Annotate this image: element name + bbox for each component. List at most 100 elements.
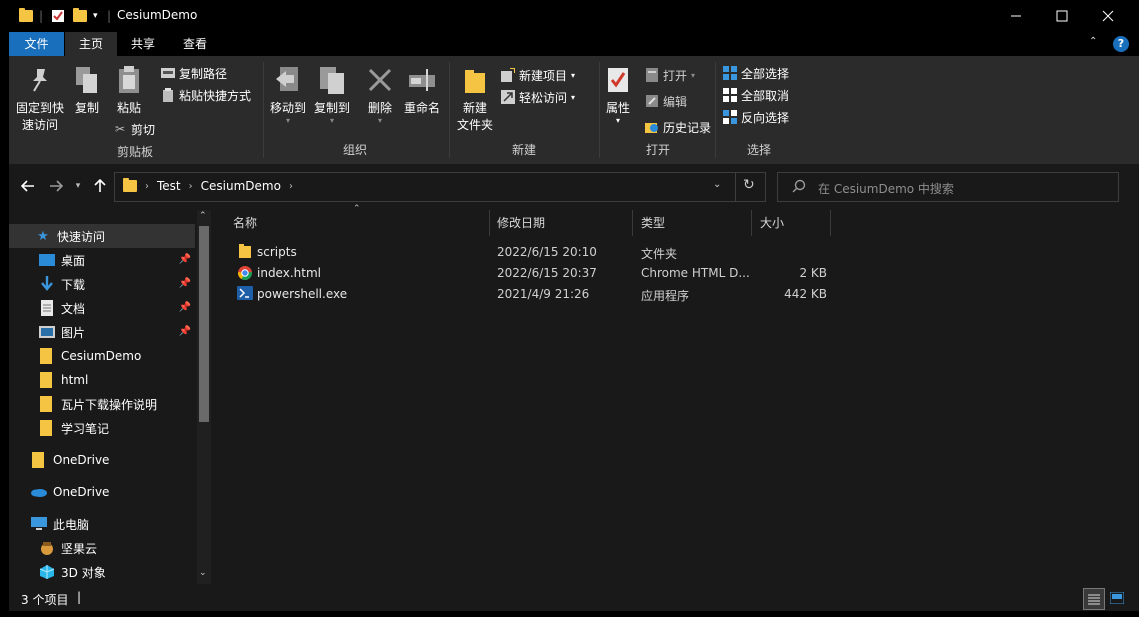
select-all-button[interactable]: 全部选择	[723, 64, 789, 82]
chevron-right-icon[interactable]: ›	[189, 181, 193, 192]
clipboard-group-label: 剪贴板	[116, 145, 153, 159]
dropdown-arrow-icon: ▾	[691, 70, 696, 80]
new-folder-button[interactable]: 新建 文件夹	[453, 64, 497, 134]
select-none-button[interactable]: 全部取消	[723, 86, 789, 104]
paste-shortcut-button[interactable]: 粘贴快捷方式	[161, 86, 251, 104]
minimize-icon[interactable]	[993, 0, 1039, 32]
new-item-label: 新建项目	[519, 68, 568, 83]
move-to-button[interactable]: 移动到 ▾	[267, 64, 309, 125]
open-icon	[645, 68, 659, 82]
nav-3d-objects[interactable]: 3D 对象	[9, 560, 195, 584]
breadcrumb-item[interactable]: Test	[157, 179, 181, 193]
collapse-ribbon-icon[interactable]: ⌃	[1089, 36, 1097, 47]
column-header-name[interactable]: 名称	[225, 210, 489, 236]
details-view-icon[interactable]	[1083, 588, 1105, 610]
edit-label: 编辑	[663, 94, 688, 109]
nav-this-pc[interactable]: 此电脑	[9, 512, 195, 536]
customize-quick-access-icon[interactable]: ▾	[93, 8, 98, 24]
pin-to-quick-access-button[interactable]: 固定到快 速访问	[13, 64, 67, 134]
nav-item-tile-download[interactable]: 瓦片下载操作说明	[9, 392, 195, 416]
breadcrumb-item[interactable]: CesiumDemo	[201, 179, 281, 193]
column-header-type[interactable]: 类型	[633, 210, 751, 236]
recent-locations-icon[interactable]: ▾	[67, 176, 89, 196]
column-divider[interactable]	[830, 210, 831, 236]
item-count: 3 个项目	[21, 593, 69, 607]
pin-icon[interactable]: 📌	[179, 302, 191, 313]
new-group: 新建 文件夹 新建项目 ▾ 轻松访问 ▾ 新建	[451, 60, 597, 162]
nav-item-html[interactable]: html	[9, 368, 195, 392]
tab-home[interactable]: 主页	[65, 32, 117, 56]
nav-onedrive-folder[interactable]: OneDrive	[9, 448, 195, 472]
back-arrow-icon[interactable]	[17, 176, 39, 196]
column-header-modified[interactable]: 修改日期	[489, 210, 632, 236]
properties-quick-icon[interactable]	[51, 8, 65, 24]
tab-share[interactable]: 共享	[117, 32, 169, 56]
address-bar[interactable]: › Test › CesiumDemo › ⌄ ↻	[114, 172, 766, 202]
open-button[interactable]: 打开 ▾	[645, 66, 695, 84]
chevron-right-icon[interactable]: ›	[145, 181, 149, 192]
new-folder-quick-icon[interactable]	[73, 8, 87, 24]
easy-access-button[interactable]: 轻松访问 ▾	[501, 88, 575, 106]
paste-shortcut-label: 粘贴快捷方式	[179, 88, 252, 103]
history-button[interactable]: 历史记录	[645, 118, 711, 136]
nav-item-pictures[interactable]: 图片 📌	[9, 320, 195, 344]
delete-button[interactable]: 删除 ▾	[363, 64, 397, 125]
nav-item-cesiumdemo[interactable]: CesiumDemo	[9, 344, 195, 368]
select-all-icon	[723, 66, 737, 80]
scroll-down-arrow-icon[interactable]: ⌄	[199, 568, 207, 578]
address-dropdown-icon[interactable]: ⌄	[713, 179, 721, 190]
nav-item-documents[interactable]: 文档 📌	[9, 296, 195, 320]
maximize-icon[interactable]	[1039, 0, 1085, 32]
nav-quick-access[interactable]: ★ 快速访问	[9, 224, 195, 248]
search-input[interactable]: 在 CesiumDemo 中搜索	[777, 172, 1119, 202]
invert-selection-button[interactable]: 反向选择	[723, 108, 789, 126]
select-none-icon	[723, 88, 737, 102]
edit-button[interactable]: 编辑	[645, 92, 687, 110]
cloud-icon	[31, 484, 47, 500]
nav-jianguoyun[interactable]: 坚果云	[9, 536, 195, 560]
scroll-up-icon[interactable]	[9, 210, 195, 224]
select-none-label: 全部取消	[741, 88, 790, 103]
invert-selection-label: 反向选择	[741, 110, 790, 125]
scrollbar-thumb[interactable]	[199, 226, 209, 422]
nav-item-notes[interactable]: 学习笔记	[9, 416, 195, 440]
separator: |	[107, 9, 112, 23]
new-folder-icon	[459, 64, 491, 96]
pin-icon[interactable]: 📌	[179, 254, 191, 265]
large-icons-view-icon[interactable]	[1107, 588, 1127, 608]
refresh-icon[interactable]: ↻	[743, 177, 755, 193]
forward-arrow-icon[interactable]	[45, 176, 67, 196]
copy-path-label: 复制路径	[179, 66, 228, 81]
table-row[interactable]: index.html 2022/6/15 20:37 Chrome HTML D…	[215, 263, 915, 284]
chevron-right-icon[interactable]: ›	[289, 181, 293, 192]
nav-scrollbar[interactable]: ⌃ ⌄	[197, 210, 211, 584]
tab-view[interactable]: 查看	[169, 32, 221, 56]
scroll-up-arrow-icon[interactable]: ⌃	[199, 211, 207, 221]
column-header-size[interactable]: 大小	[752, 210, 830, 236]
nav-item-downloads[interactable]: 下载 📌	[9, 272, 195, 296]
new-item-button[interactable]: 新建项目 ▾	[501, 66, 575, 84]
explorer-window: | ▾ | CesiumDemo 文件 主页 共享 查看 ⌃ ? 固定到快 速访…	[9, 0, 1139, 611]
cut-button[interactable]: ✂ 剪切	[113, 120, 155, 138]
nav-onedrive[interactable]: OneDrive	[9, 480, 195, 504]
nav-item-desktop[interactable]: 桌面 📌	[9, 248, 195, 272]
copy-to-button[interactable]: 复制到 ▾	[311, 64, 353, 125]
copy-path-button[interactable]: 复制路径	[161, 64, 227, 82]
paste-shortcut-icon	[161, 88, 175, 102]
close-icon[interactable]	[1085, 0, 1131, 32]
pin-icon[interactable]: 📌	[179, 278, 191, 289]
help-icon[interactable]: ?	[1113, 36, 1129, 52]
pin-icon[interactable]: 📌	[179, 326, 191, 337]
up-arrow-icon[interactable]	[89, 176, 111, 196]
copy-button[interactable]: 复制	[69, 64, 105, 117]
table-row[interactable]: powershell.exe 2021/4/9 21:26 应用程序 442 K…	[215, 284, 915, 305]
rename-button[interactable]: 重命名	[401, 64, 443, 117]
table-row[interactable]: scripts 2022/6/15 20:10 文件夹	[215, 242, 915, 263]
history-label: 历史记录	[663, 120, 712, 135]
select-group: 全部选择 全部取消 反向选择 选择	[717, 60, 801, 162]
properties-button[interactable]: 属性 ▾	[599, 64, 637, 125]
tab-file[interactable]: 文件	[9, 32, 64, 56]
paste-button[interactable]: 粘贴	[109, 64, 149, 117]
search-icon	[792, 179, 806, 196]
app-folder-icon[interactable]	[19, 8, 33, 24]
